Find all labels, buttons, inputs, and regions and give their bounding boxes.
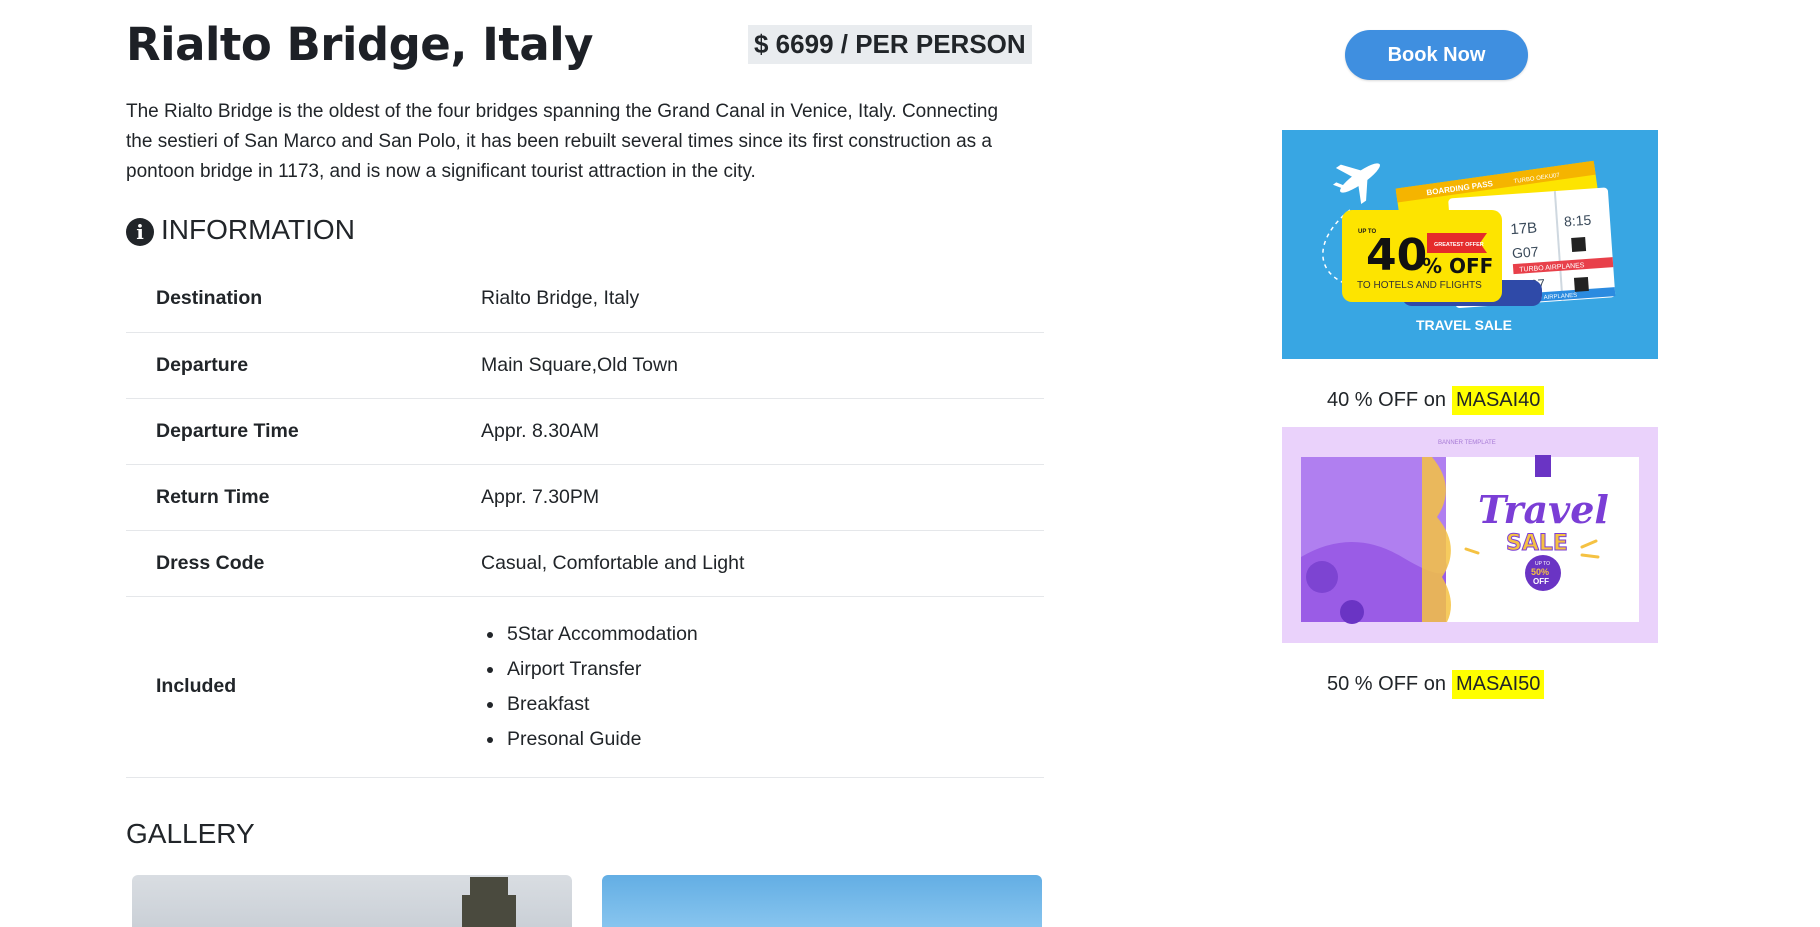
svg-text:Travel: Travel bbox=[1478, 487, 1609, 532]
information-heading: i INFORMATION bbox=[126, 214, 355, 246]
coupon-text: 40 % OFF on bbox=[1327, 389, 1446, 411]
table-row-included: Included 5Star Accommodation Airport Tra… bbox=[126, 596, 1044, 778]
coupon-code[interactable]: MASAI50 bbox=[1451, 670, 1545, 699]
price-badge: $ 6699 / PER PERSON bbox=[748, 25, 1032, 64]
gallery-image-tower[interactable] bbox=[132, 875, 572, 927]
travel-sale-banner-50[interactable]: BANNER TEMPLATE Travel SALE UP TO 50% OF… bbox=[1282, 427, 1658, 643]
row-key: Departure Time bbox=[126, 398, 480, 465]
row-value: Appr. 7.30PM bbox=[480, 464, 1044, 531]
tour-detail-page: Rialto Bridge, Italy $ 6699 / PER PERSON… bbox=[0, 0, 1820, 927]
table-row: Return Time Appr. 7.30PM bbox=[126, 464, 1044, 531]
row-key: Dress Code bbox=[126, 530, 480, 597]
tower-silhouette bbox=[462, 877, 516, 927]
row-key: Included bbox=[126, 596, 480, 778]
svg-text:50%: 50% bbox=[1531, 567, 1549, 577]
list-item: 5Star Accommodation bbox=[505, 617, 1043, 652]
table-row: Destination Rialto Bridge, Italy bbox=[126, 266, 1044, 333]
travel-sale-40-graphic: BOARDING PASS TURBO OEKU07 17B 8:15 G07 … bbox=[1322, 160, 1616, 333]
row-key: Destination bbox=[126, 266, 480, 333]
coupon-40: 40 % OFF on MASAI40 bbox=[1327, 386, 1545, 415]
row-key: Departure bbox=[126, 332, 480, 399]
included-cell: 5Star Accommodation Airport Transfer Bre… bbox=[480, 596, 1044, 778]
row-value: Rialto Bridge, Italy bbox=[480, 266, 1044, 333]
travel-sale-banner-40[interactable]: BOARDING PASS TURBO OEKU07 17B 8:15 G07 … bbox=[1282, 130, 1658, 359]
row-key: Return Time bbox=[126, 464, 480, 531]
list-item: Airport Transfer bbox=[505, 652, 1043, 687]
svg-text:G07: G07 bbox=[1512, 243, 1540, 261]
svg-text:40: 40 bbox=[1366, 230, 1427, 281]
book-now-button[interactable]: Book Now bbox=[1345, 30, 1528, 80]
tour-description: The Rialto Bridge is the oldest of the f… bbox=[126, 101, 999, 182]
row-value: Main Square,Old Town bbox=[480, 332, 1044, 399]
svg-text:8:15: 8:15 bbox=[1563, 212, 1592, 230]
row-value: Appr. 8.30AM bbox=[480, 398, 1044, 465]
coupon-50: 50 % OFF on MASAI50 bbox=[1327, 670, 1545, 699]
svg-text:SALE: SALE bbox=[1506, 531, 1568, 556]
table-row: Departure Time Appr. 8.30AM bbox=[126, 398, 1044, 465]
tour-title: Rialto Bridge, Italy bbox=[126, 18, 593, 71]
list-item: Presonal Guide bbox=[505, 722, 1043, 757]
included-list: 5Star Accommodation Airport Transfer Bre… bbox=[481, 617, 1043, 757]
airplane-icon bbox=[1332, 163, 1380, 205]
svg-text:GREATEST OFFER: GREATEST OFFER bbox=[1434, 242, 1484, 248]
coupon-text: 50 % OFF on bbox=[1327, 673, 1446, 695]
table-row: Dress Code Casual, Comfortable and Light bbox=[126, 530, 1044, 597]
svg-text:TRAVEL SALE: TRAVEL SALE bbox=[1416, 317, 1512, 333]
gallery-image-sky[interactable] bbox=[602, 875, 1042, 927]
svg-text:% OFF: % OFF bbox=[1422, 254, 1493, 278]
leaf bbox=[1306, 561, 1338, 593]
svg-text:BANNER TEMPLATE: BANNER TEMPLATE bbox=[1438, 440, 1496, 446]
svg-text:17B: 17B bbox=[1510, 219, 1538, 238]
bush bbox=[1340, 600, 1364, 624]
gallery-heading: GALLERY bbox=[126, 818, 255, 849]
coupon-code[interactable]: MASAI40 bbox=[1451, 386, 1545, 415]
table-row: Departure Main Square,Old Town bbox=[126, 332, 1044, 399]
travel-sale-50-graphic: BANNER TEMPLATE Travel SALE UP TO 50% OF… bbox=[1301, 440, 1639, 624]
svg-text:TO HOTELS AND FLIGHTS: TO HOTELS AND FLIGHTS bbox=[1357, 280, 1482, 291]
list-item: Breakfast bbox=[505, 687, 1043, 722]
gallery-grid bbox=[132, 875, 1042, 927]
row-value: Casual, Comfortable and Light bbox=[480, 530, 1044, 597]
info-circle-icon: i bbox=[126, 218, 154, 246]
svg-text:OFF: OFF bbox=[1533, 577, 1549, 586]
information-heading-label: INFORMATION bbox=[161, 214, 355, 245]
tag bbox=[1535, 455, 1551, 477]
information-table: Destination Rialto Bridge, Italy Departu… bbox=[126, 266, 1044, 778]
